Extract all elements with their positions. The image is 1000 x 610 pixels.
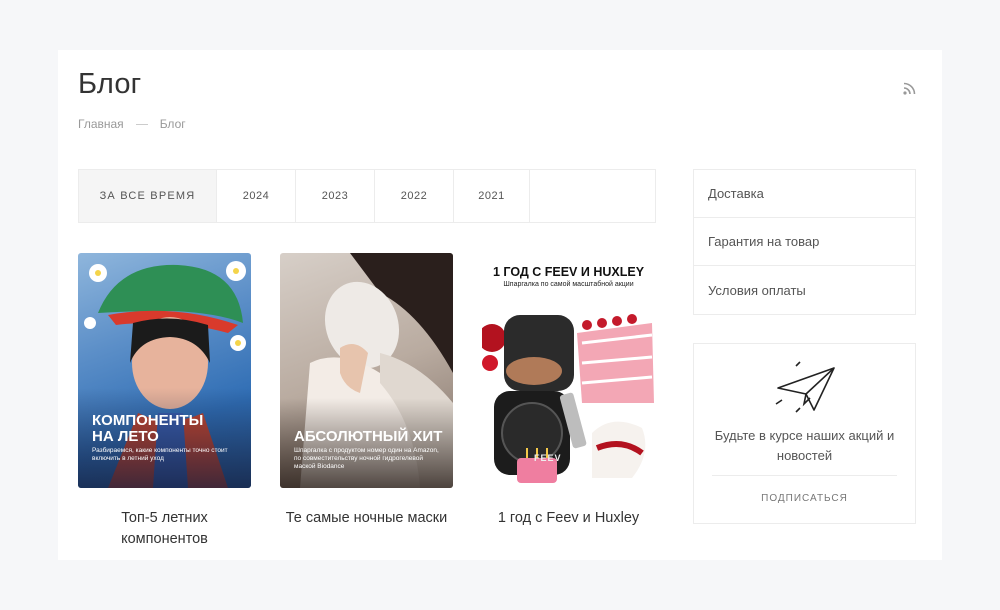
subscribe-box: Будьте в курсе наших акций и новостей ПО… [693,343,916,524]
page-title: Блог [78,68,142,100]
tab-2022[interactable]: 2022 [375,170,454,222]
post-image[interactable]: АБСОЛЮТНЫЙ ХИТ Шпаргалка с продуктом ном… [280,253,453,488]
post-image[interactable]: 1 ГОД С FEEV И HUXLEY Шпаргалка по самой… [482,253,655,488]
breadcrumb: Главная Блог [78,117,186,131]
post-title[interactable]: 1 год с Feev и Huxley [482,508,655,529]
post-image-heading: АБСОЛЮТНЫЙ ХИТ [294,428,443,445]
paper-plane-icon [775,361,835,413]
tabs-spacer [530,170,655,222]
tab-2023[interactable]: 2023 [296,170,375,222]
post-card[interactable]: КОМПОНЕНТЫ НА ЛЕТО Разбираемся, какие ко… [78,253,251,550]
breadcrumb-home[interactable]: Главная [78,117,124,131]
post-image-illustration [482,314,654,483]
subscribe-divider [712,475,897,476]
blog-card: Блог Главная Блог ЗА ВСЕ ВРЕМЯ 2024 2023… [58,50,942,560]
sidebar-item-payment[interactable]: Условия оплаты [694,266,915,314]
sidebar-item-warranty[interactable]: Гарантия на товар [694,218,915,266]
subscribe-button[interactable]: ПОДПИСАТЬСЯ [694,493,915,504]
breadcrumb-separator [135,123,148,125]
tab-2021[interactable]: 2021 [454,170,530,222]
post-image-heading: КОМПОНЕНТЫ НА ЛЕТО [92,412,204,445]
post-image-caption: Шпаргалка с продуктом номер один на Amaz… [294,447,439,470]
rss-icon[interactable] [902,80,918,96]
sidebar-item-delivery[interactable]: Доставка [694,170,915,218]
tab-all-time[interactable]: ЗА ВСЕ ВРЕМЯ [79,170,217,222]
post-image-caption: Разбираемся, какие компоненты точно стои… [92,447,228,462]
breadcrumb-current: Блог [159,117,186,131]
tab-2024[interactable]: 2024 [217,170,296,222]
post-title[interactable]: Топ-5 летних компонентов [78,508,251,550]
post-card[interactable]: АБСОЛЮТНЫЙ ХИТ Шпаргалка с продуктом ном… [280,253,453,529]
post-card[interactable]: 1 ГОД С FEEV И HUXLEY Шпаргалка по самой… [482,253,655,529]
sidebar-menu: Доставка Гарантия на товар Условия оплат… [693,169,916,315]
post-title[interactable]: Те самые ночные маски [280,508,453,529]
post-image-brand: FEEV [534,453,562,463]
year-filter-tabs: ЗА ВСЕ ВРЕМЯ 2024 2023 2022 2021 [78,169,656,223]
post-image[interactable]: КОМПОНЕНТЫ НА ЛЕТО Разбираемся, какие ко… [78,253,251,488]
subscribe-text: Будьте в курсе наших акций и новостей [714,428,895,463]
